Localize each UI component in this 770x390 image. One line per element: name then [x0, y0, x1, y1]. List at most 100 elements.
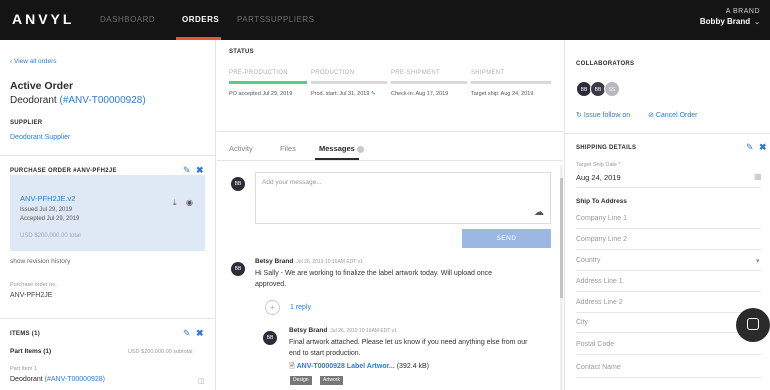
- trash-icon[interactable]: ◫: [198, 377, 205, 385]
- refresh-icon: ↻: [576, 112, 582, 119]
- address-line-1-input[interactable]: Address Line 1: [576, 278, 623, 285]
- field-underline: [576, 228, 761, 229]
- country-select[interactable]: Country: [576, 257, 601, 264]
- calendar-icon[interactable]: ▦: [754, 172, 762, 181]
- field-underline: [576, 377, 761, 378]
- anvyl-logo[interactable]: ANVYL: [12, 11, 74, 27]
- attachment-link[interactable]: ANV-T0000928 Label Artwor...: [297, 363, 395, 370]
- page-title: Active Order: [10, 80, 74, 92]
- message-timestamp: Jul 26, 2019 10:16AM EDT v1: [296, 259, 363, 265]
- send-button[interactable]: SEND: [462, 229, 551, 248]
- chat-widget-button[interactable]: [736, 308, 770, 342]
- part-item-title[interactable]: Deodorant (#ANV-T00000928): [10, 376, 105, 383]
- attachment-size: (392.4 kB): [396, 363, 430, 370]
- po-version-card[interactable]: [10, 175, 205, 251]
- message-author-name: Betsy Brand: [289, 327, 328, 334]
- company-line-2-input[interactable]: Company Line 2: [576, 236, 627, 243]
- chevron-down-icon: ⌄: [754, 19, 760, 26]
- caret-down-icon[interactable]: ▾: [756, 257, 760, 265]
- tab-messages-label: Messages: [319, 144, 355, 153]
- message-body-line: Final artwork attached. Please let us kn…: [289, 339, 528, 346]
- supplier-link[interactable]: Deodorant Supplier: [10, 134, 70, 141]
- items-subtotal: USD $200,000.00 subtotal: [128, 349, 193, 355]
- target-ship-label: Target Ship Date *: [576, 162, 621, 168]
- nav-parts[interactable]: PARTS: [237, 15, 265, 24]
- part-item-id-link[interactable]: (#ANV-T00000928): [45, 376, 105, 383]
- po-number-label: Purchase order no.: [10, 282, 57, 288]
- scrollbar-thumb[interactable]: [560, 178, 563, 298]
- supplier-label: SUPPLIER: [10, 120, 43, 126]
- stage-production-label: PRODUCTION: [311, 70, 355, 76]
- message-placeholder: Add your message...: [262, 179, 322, 186]
- issue-follow-on-label: Issue follow on: [583, 112, 631, 119]
- company-line-1-input[interactable]: Company Line 1: [576, 215, 627, 222]
- po-accepted-date: Accepted Jul 29, 2019: [20, 216, 80, 222]
- contact-name-input[interactable]: Contact Name: [576, 364, 621, 371]
- chat-icon: [747, 318, 759, 330]
- target-ship-date-input[interactable]: Aug 24, 2019: [576, 173, 621, 182]
- po-version-link[interactable]: ANV-PFH2JE.v2: [20, 194, 75, 203]
- address-line-2-input[interactable]: Address Line 2: [576, 299, 623, 306]
- issue-follow-on-link[interactable]: ↻ Issue follow on: [576, 111, 630, 119]
- tag-design[interactable]: Design: [290, 376, 312, 385]
- stage-pre-production-label: PRE-PRODUCTION: [229, 70, 288, 76]
- stage-pre-production-bar: [229, 81, 307, 84]
- nav-orders[interactable]: ORDERS: [182, 15, 219, 24]
- message-author: Betsy Brand Jul 26, 2019 10:16AM EDT v1: [289, 327, 397, 334]
- tab-files[interactable]: Files: [280, 144, 296, 153]
- tab-messages[interactable]: Messages: [319, 144, 364, 153]
- collaborator-avatar[interactable]: SS: [604, 81, 620, 97]
- field-underline: [576, 354, 761, 355]
- status-title: STATUS: [229, 49, 254, 55]
- tag-artwork[interactable]: Artwork: [320, 376, 343, 385]
- replies-link[interactable]: 1 reply: [290, 304, 311, 311]
- reply-plus-icon[interactable]: +: [265, 300, 280, 315]
- view-all-orders-link[interactable]: ‹ View all orders: [10, 58, 56, 65]
- part-item-label: Part Item 1: [10, 366, 37, 372]
- postal-code-input[interactable]: Postal Code: [576, 341, 614, 348]
- stage-production-info[interactable]: Prod. start: Jul 31, 2019 ✎: [311, 91, 376, 97]
- stage-shipment-info: Target ship: Aug 24, 2019: [471, 91, 534, 97]
- file-icon: 🗎: [289, 363, 295, 370]
- message-body-line: approved.: [255, 281, 287, 288]
- status-panel: STATUS PRE-PRODUCTION PRODUCTION PRE-SHI…: [217, 40, 563, 132]
- field-underline: [576, 291, 761, 292]
- divider: [0, 318, 216, 319]
- cancel-order-link[interactable]: ⊘ Cancel Order: [648, 111, 697, 119]
- po-total: USD $200,000.00 total: [20, 233, 81, 239]
- production-start-date: Prod. start: Jul 31, 2019: [311, 91, 370, 97]
- city-input[interactable]: City: [576, 319, 588, 326]
- part-item-product: Deodorant: [10, 376, 43, 383]
- stage-production-bar: [311, 81, 387, 84]
- nav-suppliers[interactable]: SUPPLIERS: [265, 15, 314, 24]
- eye-icon[interactable]: ◉: [186, 198, 193, 207]
- expand-shipping-icon[interactable]: ✖: [759, 142, 767, 153]
- cancel-circle-icon: ⊘: [648, 112, 654, 119]
- message-count-badge: [356, 145, 364, 153]
- message-timestamp: Jul 26, 2019 10:16AM EDT v1: [330, 328, 397, 334]
- avatar: BB: [231, 177, 245, 191]
- upload-cloud-icon[interactable]: ☁: [534, 207, 544, 218]
- download-icon[interactable]: ⤓: [173, 198, 177, 208]
- cancel-order-label: Cancel Order: [655, 112, 698, 119]
- attachment[interactable]: 🗎 ANV-T0000928 Label Artwor... (392.4 kB…: [289, 362, 429, 373]
- nav-dashboard[interactable]: DASHBOARD: [100, 15, 155, 24]
- message-author-name: Betsy Brand: [255, 258, 294, 265]
- ship-to-label: Ship To Address: [576, 198, 627, 205]
- edit-shipping-pencil-icon[interactable]: ✎: [746, 142, 754, 153]
- field-underline: [576, 187, 761, 188]
- revision-history-link[interactable]: show revision history: [10, 258, 70, 265]
- stage-shipment-bar: [471, 81, 551, 84]
- expand-items-icon[interactable]: ✖: [196, 328, 204, 339]
- message-input[interactable]: Add your message... ☁: [255, 172, 551, 224]
- field-underline: [576, 332, 761, 333]
- tab-activity[interactable]: Activity: [229, 144, 253, 153]
- user-menu[interactable]: A BRAND Bobby Brand ⌄: [700, 8, 760, 26]
- edit-date-pencil-icon[interactable]: ✎: [371, 91, 376, 97]
- stage-shipment-label: SHIPMENT: [471, 70, 505, 76]
- edit-items-pencil-icon[interactable]: ✎: [183, 328, 191, 339]
- avatar: BB: [263, 331, 277, 345]
- order-id-link[interactable]: (#ANV-T00000928): [59, 95, 145, 106]
- stage-pre-shipment-bar: [391, 81, 467, 84]
- user-name: Bobby Brand: [699, 17, 751, 26]
